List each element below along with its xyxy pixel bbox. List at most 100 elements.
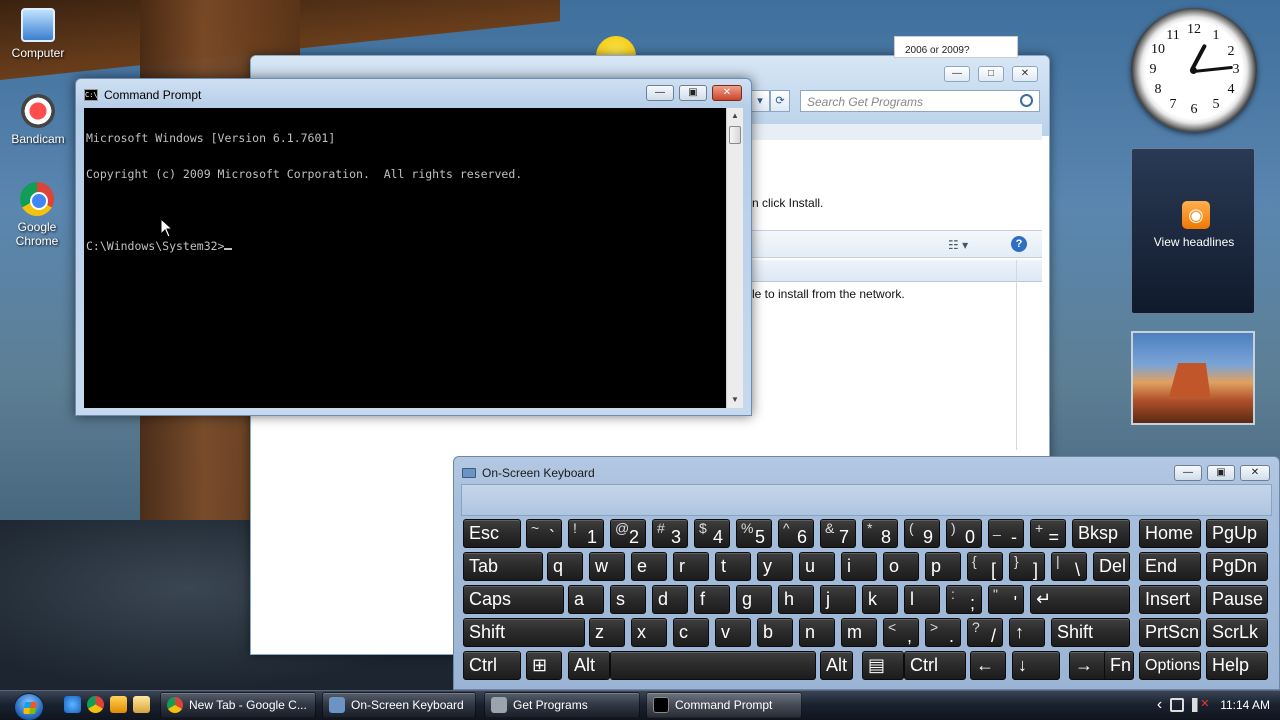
start-button[interactable] bbox=[8, 691, 44, 720]
key-g[interactable]: g bbox=[736, 585, 772, 614]
key-v[interactable]: v bbox=[715, 618, 751, 647]
key-s[interactable]: s bbox=[610, 585, 646, 614]
key-scrlk[interactable]: ScrLk bbox=[1206, 618, 1268, 647]
key-alt[interactable]: Alt bbox=[820, 651, 853, 680]
desktop-icon-chrome[interactable]: Google Chrome bbox=[0, 182, 74, 248]
key-prtscn[interactable]: PrtScn bbox=[1139, 618, 1201, 647]
key-e[interactable]: e bbox=[631, 552, 667, 581]
key--[interactable]: _ - bbox=[988, 519, 1024, 548]
scroll-down-icon[interactable]: ▼ bbox=[727, 392, 743, 408]
key-6[interactable]: ^ 6 bbox=[778, 519, 814, 548]
key-9[interactable]: (9 bbox=[904, 519, 940, 548]
show-hidden-icons-icon[interactable]: ‹ bbox=[1157, 696, 1162, 714]
close-button[interactable]: ✕ bbox=[712, 85, 742, 101]
key-r[interactable]: r bbox=[673, 552, 709, 581]
key-x[interactable]: x bbox=[631, 618, 667, 647]
key-esc[interactable]: Esc bbox=[463, 519, 521, 548]
key-f[interactable]: f bbox=[694, 585, 730, 614]
key-pgdn[interactable]: PgDn bbox=[1206, 552, 1268, 581]
key-end[interactable]: End bbox=[1139, 552, 1201, 581]
key-8[interactable]: * 8 bbox=[862, 519, 898, 548]
key-d[interactable]: d bbox=[652, 585, 688, 614]
chrome-icon[interactable] bbox=[87, 696, 104, 713]
clock-gadget[interactable]: 12 1 2 3 4 5 6 7 8 9 10 11 bbox=[1131, 8, 1257, 132]
key-1[interactable]: ! 1 bbox=[568, 519, 604, 548]
help-icon[interactable]: ? bbox=[1011, 236, 1027, 252]
feed-label[interactable]: View headlines bbox=[1132, 235, 1256, 249]
slideshow-gadget[interactable] bbox=[1131, 331, 1255, 425]
key-symbol[interactable]: ↵ bbox=[1030, 585, 1130, 614]
media-player-icon[interactable] bbox=[110, 696, 127, 713]
osk-titlebar[interactable]: On-Screen Keyboard bbox=[462, 465, 595, 481]
console-output[interactable]: Microsoft Windows [Version 6.1.7601] Cop… bbox=[84, 108, 726, 408]
key-caps[interactable]: Caps bbox=[463, 585, 564, 614]
minimize-button[interactable]: — bbox=[944, 66, 970, 82]
key-shift[interactable]: Shift bbox=[463, 618, 585, 647]
internet-explorer-icon[interactable] bbox=[64, 696, 81, 713]
key-2[interactable]: @2 bbox=[610, 519, 646, 548]
taskbar-item-osk[interactable]: On-Screen Keyboard bbox=[322, 692, 476, 718]
taskbar-item-get-programs[interactable]: Get Programs bbox=[484, 692, 640, 718]
key-alt[interactable]: Alt bbox=[568, 651, 610, 680]
key-symbol[interactable]: ↓ bbox=[1012, 651, 1060, 680]
key-c[interactable]: c bbox=[673, 618, 709, 647]
key-y[interactable]: y bbox=[757, 552, 793, 581]
key-del[interactable]: Del bbox=[1093, 552, 1130, 581]
key-symbol[interactable]: ▤ bbox=[862, 651, 904, 680]
key-4[interactable]: $4 bbox=[694, 519, 730, 548]
key-fn[interactable]: Fn bbox=[1104, 651, 1134, 680]
key-%5B[interactable]: {[ bbox=[967, 552, 1003, 581]
key-symbol[interactable]: ← bbox=[970, 651, 1006, 680]
minimize-button[interactable]: — bbox=[1174, 465, 1202, 481]
key-shift[interactable]: Shift bbox=[1051, 618, 1130, 647]
key-h[interactable]: h bbox=[778, 585, 814, 614]
key-7[interactable]: & 7 bbox=[820, 519, 856, 548]
key-insert[interactable]: Insert bbox=[1139, 585, 1201, 614]
key-bksp[interactable]: Bksp bbox=[1072, 519, 1130, 548]
key-ctrl[interactable]: Ctrl bbox=[904, 651, 966, 680]
key-pgup[interactable]: PgUp bbox=[1206, 519, 1268, 548]
taskbar-item-chrome[interactable]: New Tab - Google C... bbox=[160, 692, 316, 718]
explorer-folder-icon[interactable] bbox=[133, 696, 150, 713]
key-home[interactable]: Home bbox=[1139, 519, 1201, 548]
key-w[interactable]: w bbox=[589, 552, 625, 581]
maximize-button[interactable]: ▣ bbox=[1207, 465, 1235, 481]
key-help[interactable]: Help bbox=[1206, 651, 1268, 680]
key-%3B[interactable]: :; bbox=[946, 585, 982, 614]
key-symbol[interactable]: ⊞ bbox=[526, 651, 562, 680]
scroll-up-icon[interactable]: ▲ bbox=[727, 108, 743, 124]
key-'[interactable]: " ' bbox=[988, 585, 1024, 614]
command-prompt-titlebar[interactable]: C:\_ Command Prompt bbox=[84, 86, 201, 104]
view-options-icon[interactable]: ☷ ▾ bbox=[948, 238, 968, 252]
key-0[interactable]: ) 0 bbox=[946, 519, 982, 548]
key-m[interactable]: m bbox=[841, 618, 877, 647]
key-a[interactable]: a bbox=[568, 585, 604, 614]
key-tab[interactable]: Tab bbox=[463, 552, 543, 581]
dropdown-arrow-icon[interactable]: ▾ bbox=[750, 90, 770, 112]
console-prompt[interactable]: C:\Windows\System32> bbox=[86, 240, 724, 252]
key-ctrl[interactable]: Ctrl bbox=[463, 651, 521, 680]
key-backslash[interactable]: | \ bbox=[1051, 552, 1087, 581]
key-.[interactable]: >. bbox=[925, 618, 961, 647]
maximize-button[interactable]: ▣ bbox=[679, 85, 707, 101]
key-%3D[interactable]: + = bbox=[1030, 519, 1066, 548]
clock-time[interactable]: 11:14 AM bbox=[1220, 698, 1270, 712]
command-prompt-window[interactable]: C:\_ Command Prompt — ▣ ✕ Microsoft Wind… bbox=[75, 78, 752, 416]
key-t[interactable]: t bbox=[715, 552, 751, 581]
key-l[interactable]: l bbox=[904, 585, 940, 614]
search-icon[interactable] bbox=[1020, 94, 1033, 107]
key-options[interactable]: Options bbox=[1139, 651, 1201, 680]
key-%60[interactable]: ~ ` bbox=[526, 519, 562, 548]
key-pause[interactable]: Pause bbox=[1206, 585, 1268, 614]
volume-icon[interactable]: ✕ bbox=[1192, 698, 1209, 712]
key-o[interactable]: o bbox=[883, 552, 919, 581]
scrollbar-thumb[interactable] bbox=[729, 126, 741, 144]
desktop-icon-computer[interactable]: Computer bbox=[0, 8, 76, 60]
taskbar-item-command-prompt[interactable]: Command Prompt bbox=[646, 692, 802, 718]
refresh-icon[interactable]: ⟳ bbox=[770, 90, 790, 112]
key-%2C[interactable]: <, bbox=[883, 618, 919, 647]
on-screen-keyboard-window[interactable]: On-Screen Keyboard — ▣ ✕ Esc ~ `! 1 @2 #3 $4% 5… bbox=[453, 456, 1280, 690]
network-icon[interactable] bbox=[1170, 698, 1185, 712]
search-input[interactable]: Search Get Programs bbox=[800, 90, 1040, 112]
key-space[interactable] bbox=[610, 651, 816, 680]
